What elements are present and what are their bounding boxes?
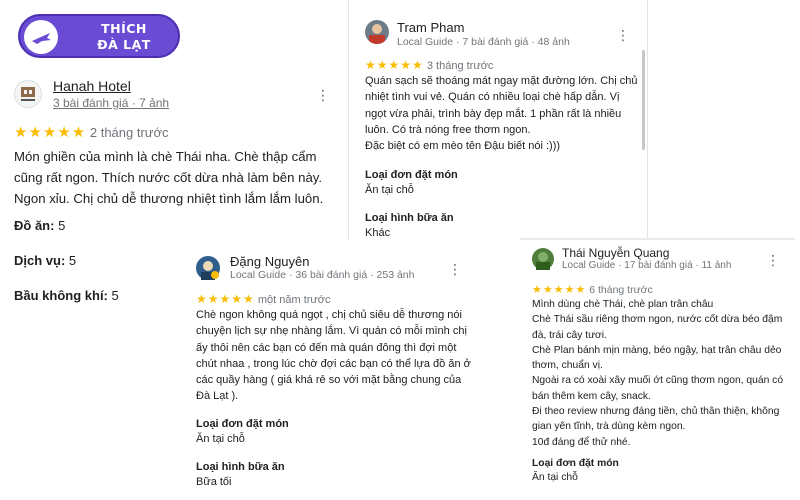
field-label: Loại đơn đặt món (196, 418, 289, 430)
avatar[interactable] (14, 80, 42, 108)
review-date: 3 tháng trước (426, 60, 494, 72)
reviewer-name[interactable]: Thái Nguyễn Quang (562, 246, 669, 260)
rating-row: ★★★★★ một năm trước (196, 292, 331, 306)
more-options-icon[interactable]: ⋮ (316, 88, 330, 102)
attribute-food: Đồ ăn: 5 (14, 218, 65, 233)
avatar[interactable] (365, 20, 389, 44)
review-card-thai-nguyen-quang: Thái Nguyễn Quang Local Guide · 17 bài đ… (520, 238, 795, 500)
field-value: Bữa tối (196, 476, 232, 488)
attribute-value: 5 (58, 218, 66, 233)
reviewer-meta[interactable]: 3 bài đánh giá · 7 ảnh (53, 96, 169, 110)
avatar[interactable] (532, 248, 554, 270)
attribute-label: Bầu không khí: (14, 288, 108, 303)
scrollbar[interactable] (642, 50, 645, 150)
brand-line-2: ĐÀ LẠT (97, 37, 151, 52)
reviewer-meta[interactable]: Local Guide · 7 bài đánh giá · 48 ảnh (397, 36, 570, 48)
reviewer-name[interactable]: Tram Pham (397, 20, 464, 35)
star-rating: ★★★★★ (196, 292, 255, 306)
attribute-label: Dịch vụ: (14, 253, 66, 268)
reviewer-meta[interactable]: Local Guide · 17 bài đánh giá · 11 ảnh (562, 260, 731, 271)
more-options-icon[interactable]: ⋮ (448, 262, 462, 276)
attribute-label: Đồ ăn: (14, 218, 55, 233)
brand-line-1: THÍCH (101, 21, 147, 36)
brand-logo: THÍCH ĐÀ LẠT (18, 14, 180, 58)
attribute-service: Dịch vụ: 5 (14, 253, 76, 268)
rating-row: ★★★★★ 3 tháng trước (365, 58, 493, 72)
logo-icon (24, 20, 58, 54)
reviewer-name[interactable]: Đặng Nguyên (230, 254, 310, 269)
review-date: 6 tháng trước (589, 284, 653, 296)
attribute-atmosphere: Bầu không khí: 5 (14, 288, 119, 303)
star-rating: ★★★★★ (532, 284, 587, 296)
rating-row: ★★★★★ 6 tháng trước (532, 283, 653, 296)
attribute-value: 5 (68, 253, 77, 268)
review-date: một năm trước (257, 294, 331, 306)
field-label: Loại đơn đặt món (532, 458, 619, 469)
field-label: Loại hình bữa ăn (196, 461, 285, 473)
field-value: Khác (365, 227, 391, 239)
reviewer-name[interactable]: Hanah Hotel (53, 78, 131, 94)
field-value: Ăn tại chỗ (196, 433, 245, 445)
review-text: Mình dùng chè Thái, chè plan trân châu C… (532, 299, 784, 448)
star-rating: ★★★★★ (365, 58, 424, 72)
more-options-icon[interactable]: ⋮ (616, 28, 630, 42)
field-label: Loại đơn đặt món (365, 169, 458, 181)
avatar[interactable] (196, 256, 220, 280)
star-rating: ★★★★★ (14, 124, 87, 141)
field-value: Ăn tại chỗ (532, 472, 578, 483)
review-text: Món ghiền của mình là chè Thái nha. Chè … (14, 149, 324, 206)
review-date: 2 tháng trước (89, 125, 169, 140)
reviewer-meta[interactable]: Local Guide · 36 bài đánh giá · 253 ảnh (230, 269, 414, 281)
review-card-dang-nguyen: Đặng Nguyên Local Guide · 36 bài đánh gi… (182, 240, 480, 500)
review-card-tram-pham: Tram Pham Local Guide · 7 bài đánh giá ·… (348, 0, 648, 240)
field-label: Loại hình bữa ăn (365, 212, 454, 224)
review-text: Chè ngon không quá ngọt , chị chủ siêu d… (196, 309, 471, 403)
field-value: Ăn tại chỗ (365, 184, 414, 196)
review-text: Quán sạch sẽ thoáng mát ngay mặt đường l… (365, 75, 638, 153)
rating-row: ★★★★★ 2 tháng trước (14, 123, 169, 141)
brand-name: THÍCH ĐÀ LẠT (72, 21, 176, 53)
attribute-value: 5 (111, 288, 119, 303)
more-options-icon[interactable]: ⋮ (766, 253, 780, 267)
